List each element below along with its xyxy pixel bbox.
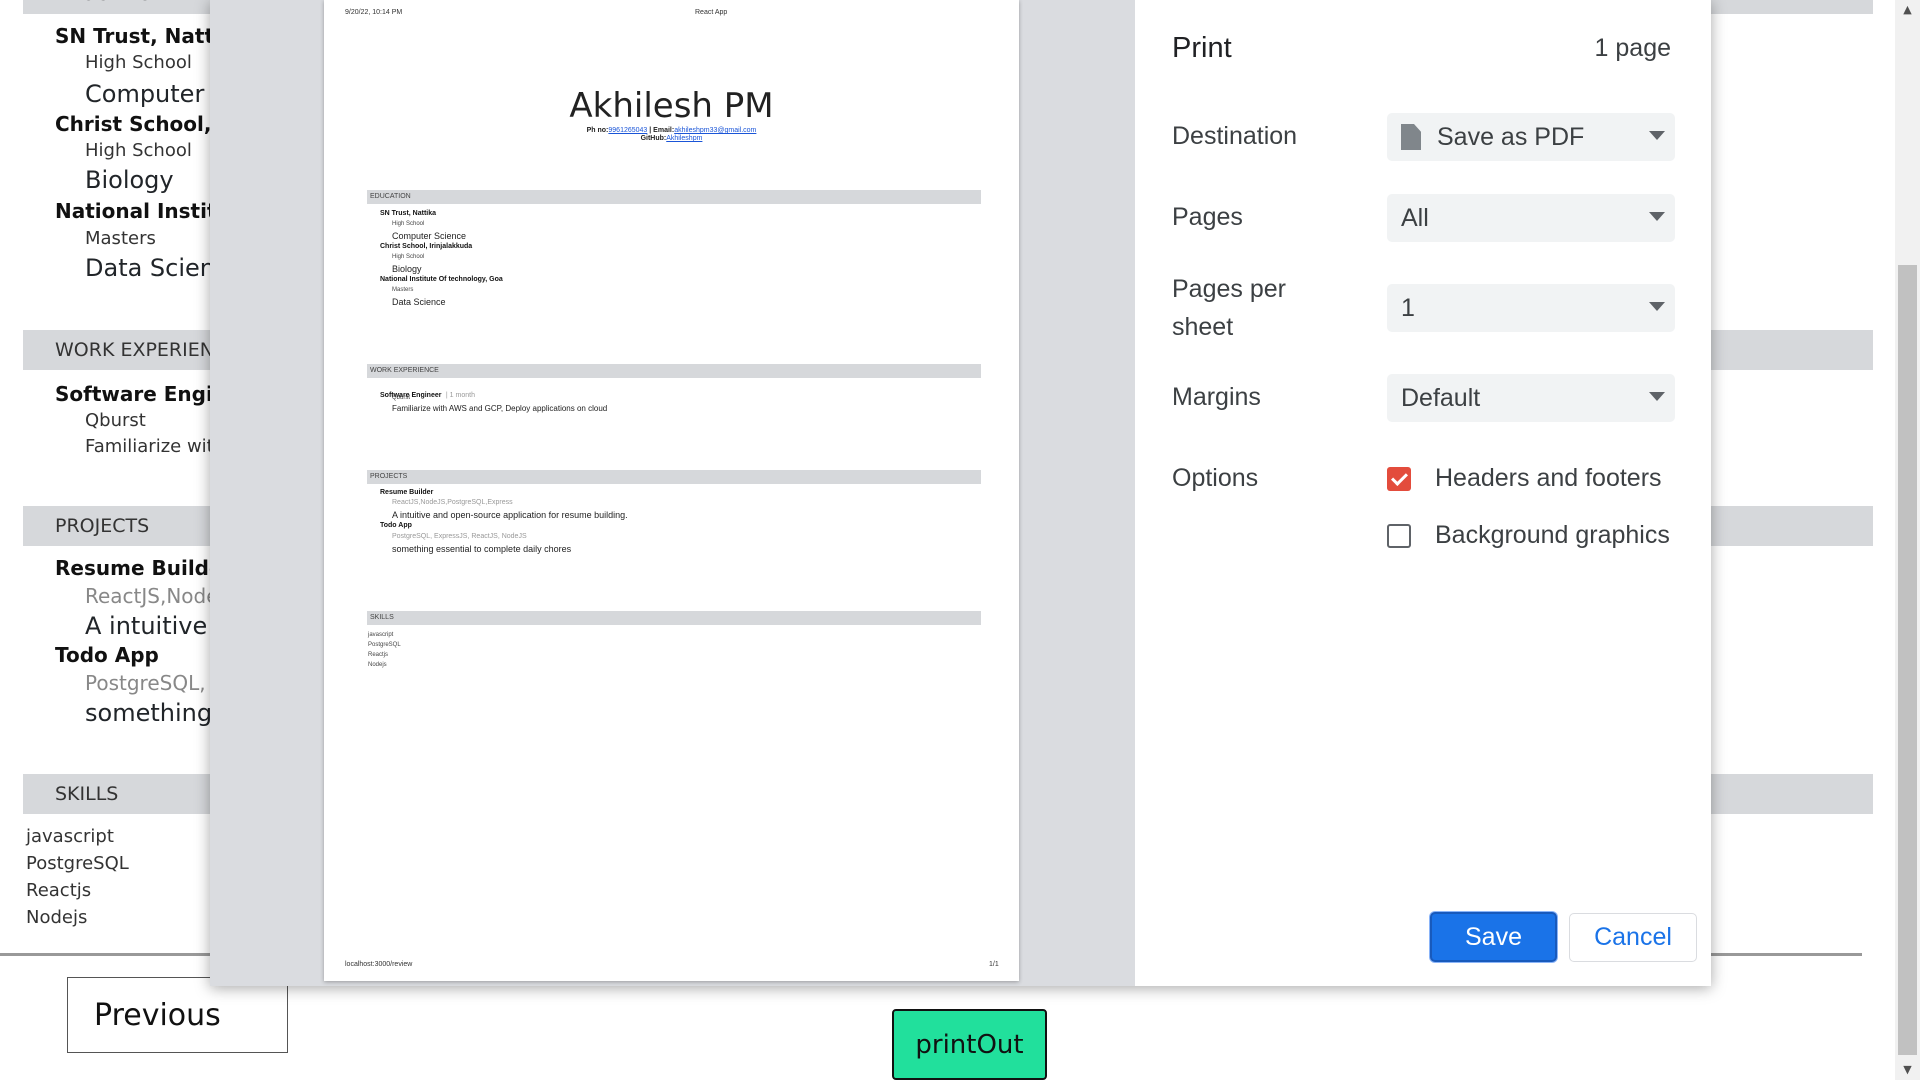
preview-github-line: GitHub:Akhileshpm [324, 135, 1019, 142]
preview-work-duration: | 1 month [445, 392, 475, 399]
preview-project-name: Resume Builder [380, 489, 434, 496]
previous-button[interactable]: Previous [67, 977, 288, 1053]
preview-level: High School [392, 254, 425, 260]
pages-per-sheet-label: Pages per sheet [1172, 275, 1286, 341]
preview-skill-item: Reactjs [368, 652, 389, 658]
preview-work-description: Familiarize with AWS and GCP, Deploy app… [392, 404, 608, 413]
preview-project-name: Todo App [380, 522, 412, 529]
preview-skill-item: PostgreSQL [368, 642, 401, 648]
background-graphics-label[interactable]: Background graphics [1435, 521, 1670, 550]
preview-footer-url: localhost:3000/review [345, 961, 413, 968]
preview-phone-label: Ph no: [586, 127, 609, 134]
preview-footer-page: 1/1 [989, 961, 999, 968]
skill-item: PostgreSQL [26, 853, 129, 874]
preview-resume-name: Akhilesh PM [569, 86, 774, 126]
margins-select[interactable]: Default [1387, 374, 1675, 422]
skill-item: Nodejs [26, 907, 88, 928]
preview-email-label: | Email: [647, 127, 675, 134]
pages-per-sheet-value: 1 [1401, 293, 1415, 322]
preview-school: National Institute Of technology, Goa [380, 276, 503, 283]
projects-section-title: PROJECTS [55, 515, 150, 537]
chevron-down-icon [1649, 392, 1665, 401]
work-company: Qburst [85, 410, 146, 431]
preview-email-link[interactable]: akhileshpm33@gmail.com [674, 127, 756, 134]
preview-work-title: WORK EXPERIENCE [370, 367, 439, 374]
print-title: Print [1172, 32, 1232, 64]
scroll-down-arrow-icon[interactable]: ▼ [1898, 1062, 1917, 1078]
preview-skill-item: javascript [368, 632, 394, 638]
file-icon [1401, 124, 1421, 150]
scroll-up-arrow-icon[interactable]: ▲ [1898, 2, 1917, 18]
chevron-down-icon [1649, 212, 1665, 221]
destination-select[interactable]: Save as PDF [1387, 113, 1675, 161]
destination-value: Save as PDF [1437, 122, 1585, 151]
print-preview-area: 9/20/22, 10:14 PM React App Akhilesh PM … [210, 0, 1135, 986]
preview-school: SN Trust, Nattika [380, 210, 437, 217]
preview-education-bar: EDUCATION [367, 190, 981, 204]
preview-header-date: 9/20/22, 10:14 PM [345, 9, 403, 16]
preview-work-company: Qburst [392, 395, 411, 401]
pages-label: Pages [1172, 203, 1243, 231]
background-graphics-checkbox[interactable] [1387, 524, 1411, 548]
preview-work-role: Software Engineer [380, 392, 442, 399]
preview-page: 9/20/22, 10:14 PM React App Akhilesh PM … [324, 0, 1019, 981]
printout-button[interactable]: printOut [892, 1009, 1047, 1080]
preview-contact-line: Ph no:9961265043 | Email:akhileshpm33@gm… [324, 127, 1019, 134]
preview-project-stack: ReactJS,NodeJS,PostgreSQL,Express [392, 499, 513, 506]
chevron-down-icon [1649, 131, 1665, 140]
margins-value: Default [1401, 383, 1481, 412]
preview-field: Data Science [392, 297, 446, 307]
cancel-button[interactable]: Cancel [1569, 913, 1697, 962]
project-name: Todo App [55, 643, 159, 667]
print-dialog: 9/20/22, 10:14 PM React App Akhilesh PM … [210, 0, 1711, 986]
preview-school: Christ School, Irinjalakkuda [380, 243, 473, 250]
skill-item: javascript [26, 826, 114, 847]
page-count: 1 page [1594, 34, 1671, 62]
preview-projects-bar: PROJECTS [367, 470, 981, 484]
scrollbar-thumb[interactable] [1898, 265, 1917, 1055]
education-level: Masters [85, 228, 156, 249]
headers-footers-checkbox[interactable] [1387, 467, 1411, 491]
save-button[interactable]: Save [1430, 912, 1557, 962]
headers-footers-label[interactable]: Headers and footers [1435, 464, 1662, 493]
preview-education-title: EDUCATION [370, 193, 411, 200]
chevron-down-icon [1649, 302, 1665, 311]
pages-value: All [1401, 203, 1429, 232]
print-settings-panel: Print 1 page Destination Save as PDF Pag… [1135, 0, 1711, 986]
preview-work-bar: WORK EXPERIENCE [367, 364, 981, 378]
preview-projects-title: PROJECTS [370, 473, 408, 480]
education-section-title: EDUCATION [55, 0, 167, 14]
education-level: High School [85, 52, 192, 73]
preview-skill-item: Nodejs [368, 662, 387, 668]
skills-section-title: SKILLS [55, 783, 119, 805]
margins-label: Margins [1172, 383, 1261, 411]
education-level: High School [85, 140, 192, 161]
skill-item: Reactjs [26, 880, 92, 901]
preview-project-description: something essential to complete daily ch… [392, 544, 572, 554]
preview-field: Biology [392, 264, 422, 274]
education-field: Biology [85, 166, 174, 194]
preview-phone-link[interactable]: 9961265043 [608, 127, 647, 134]
preview-project-stack: PostgreSQL, ExpressJS, ReactJS, NodeJS [392, 533, 527, 540]
preview-level: Masters [392, 287, 414, 293]
preview-level: High School [392, 221, 425, 227]
preview-project-description: A intuitive and open-source application … [392, 510, 628, 520]
destination-label: Destination [1172, 122, 1298, 150]
preview-github-link[interactable]: Akhileshpm [666, 135, 702, 142]
pages-select[interactable]: All [1387, 194, 1675, 242]
preview-skills-title: SKILLS [370, 614, 394, 621]
options-label: Options [1172, 464, 1259, 492]
pages-per-sheet-select[interactable]: 1 [1387, 284, 1675, 332]
preview-field: Computer Science [392, 231, 467, 241]
preview-github-label: GitHub: [640, 135, 667, 142]
preview-skills-bar: SKILLS [367, 611, 981, 625]
preview-header-title: React App [695, 9, 728, 16]
project-name: Resume Builder [55, 556, 233, 580]
